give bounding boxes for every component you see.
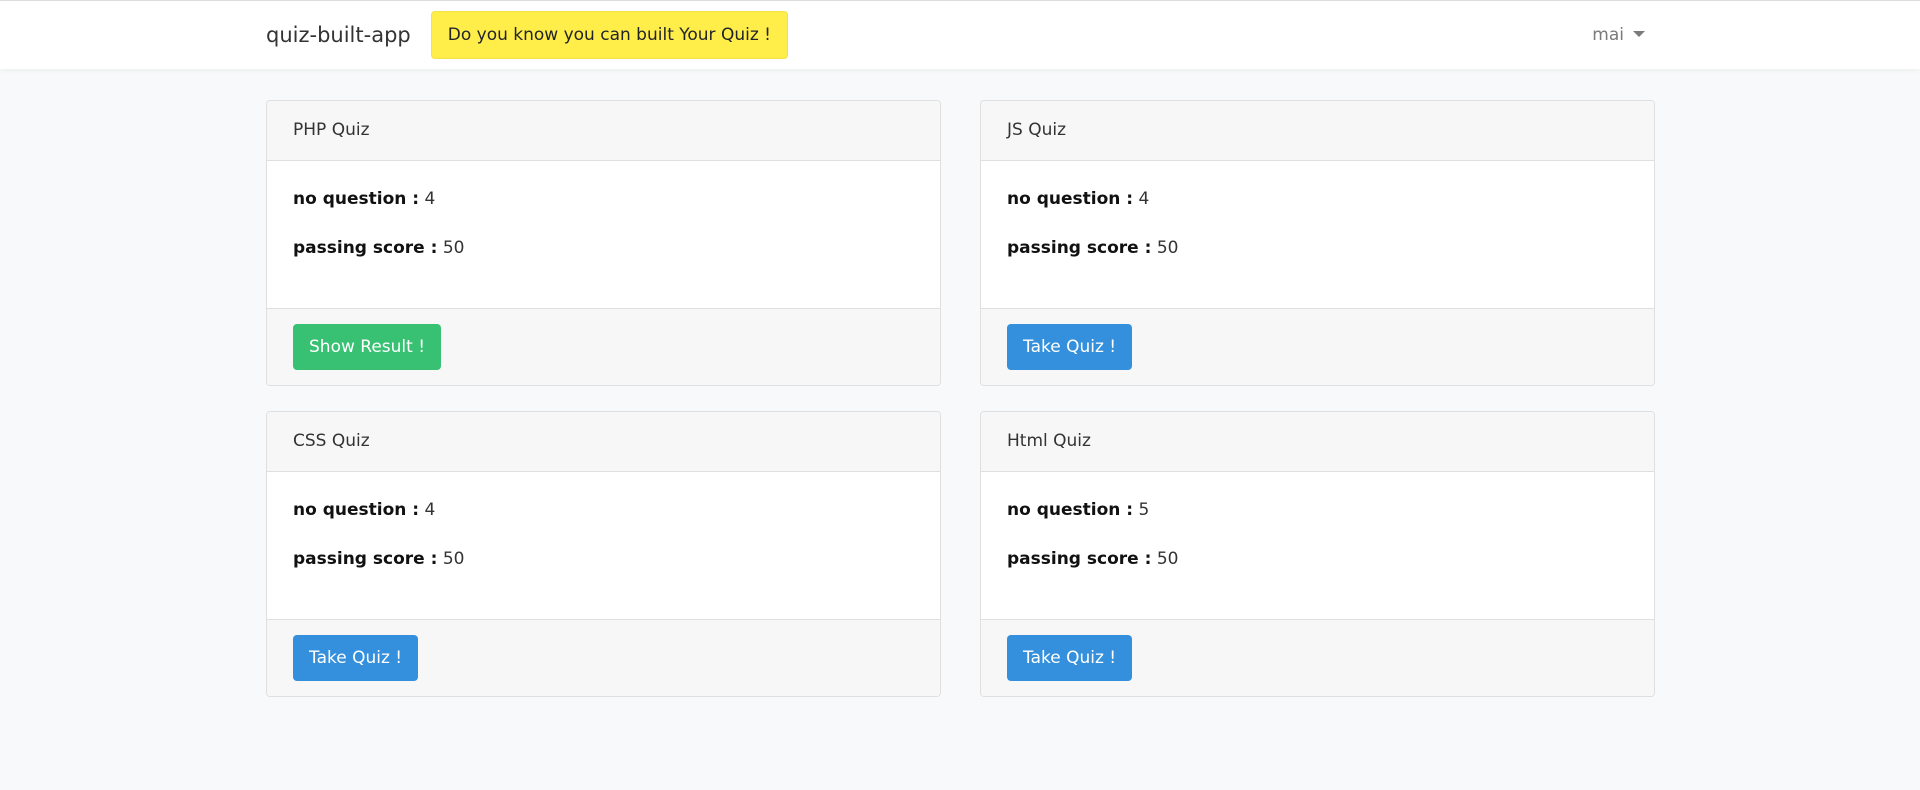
passing-score-value: 50	[1156, 549, 1179, 569]
take-quiz-button[interactable]: Take Quiz !	[1007, 635, 1133, 681]
question-count: no question : 4	[1007, 188, 1628, 210]
quiz-title: JS Quiz	[981, 101, 1654, 161]
quiz-footer: Show Result !	[267, 308, 940, 385]
navbar-inner: quiz-built-app Do you know you can built…	[266, 1, 1655, 69]
question-count-value: 4	[424, 189, 436, 209]
passing-score: passing score : 50	[1007, 237, 1628, 259]
passing-score: passing score : 50	[293, 548, 914, 570]
passing-score-value: 50	[1156, 238, 1179, 258]
question-count-value: 5	[1138, 500, 1150, 520]
caret-down-icon	[1633, 31, 1645, 37]
passing-score-label: passing score :	[293, 549, 438, 569]
quiz-footer: Take Quiz !	[981, 308, 1654, 385]
passing-score-label: passing score :	[1007, 238, 1152, 258]
passing-score: passing score : 50	[293, 237, 914, 259]
user-name: mai	[1592, 25, 1624, 45]
promo-banner: Do you know you can built Your Quiz !	[430, 11, 788, 59]
show-result-button[interactable]: Show Result !	[293, 324, 442, 370]
quiz-details: no question : 4 passing score : 50	[267, 472, 940, 619]
question-count-value: 4	[1138, 189, 1150, 209]
question-count-label: no question :	[1007, 189, 1134, 209]
quiz-title: CSS Quiz	[267, 412, 940, 472]
question-count-label: no question :	[293, 189, 420, 209]
quiz-title: PHP Quiz	[267, 101, 940, 161]
quiz-card-js: JS Quiz no question : 4 passing score : …	[980, 100, 1655, 386]
quiz-grid: PHP Quiz no question : 4 passing score :…	[266, 100, 1655, 697]
take-quiz-button[interactable]: Take Quiz !	[293, 635, 419, 681]
brand-link[interactable]: quiz-built-app	[266, 23, 411, 47]
take-quiz-button[interactable]: Take Quiz !	[1007, 324, 1133, 370]
quiz-title: Html Quiz	[981, 412, 1654, 472]
quiz-card-html: Html Quiz no question : 5 passing score …	[980, 411, 1655, 697]
quiz-card-php: PHP Quiz no question : 4 passing score :…	[266, 100, 941, 386]
quiz-details: no question : 4 passing score : 50	[267, 161, 940, 308]
passing-score-value: 50	[442, 238, 465, 258]
passing-score: passing score : 50	[1007, 548, 1628, 570]
quiz-details: no question : 5 passing score : 50	[981, 472, 1654, 619]
question-count: no question : 4	[293, 188, 914, 210]
quiz-card-css: CSS Quiz no question : 4 passing score :…	[266, 411, 941, 697]
passing-score-label: passing score :	[293, 238, 438, 258]
quiz-details: no question : 4 passing score : 50	[981, 161, 1654, 308]
user-dropdown[interactable]: mai	[1592, 1, 1645, 69]
question-count: no question : 4	[293, 499, 914, 521]
navbar: quiz-built-app Do you know you can built…	[0, 1, 1920, 69]
quiz-footer: Take Quiz !	[267, 619, 940, 696]
question-count-label: no question :	[293, 500, 420, 520]
question-count: no question : 5	[1007, 499, 1628, 521]
passing-score-value: 50	[442, 549, 465, 569]
quiz-footer: Take Quiz !	[981, 619, 1654, 696]
question-count-value: 4	[424, 500, 436, 520]
question-count-label: no question :	[1007, 500, 1134, 520]
passing-score-label: passing score :	[1007, 549, 1152, 569]
